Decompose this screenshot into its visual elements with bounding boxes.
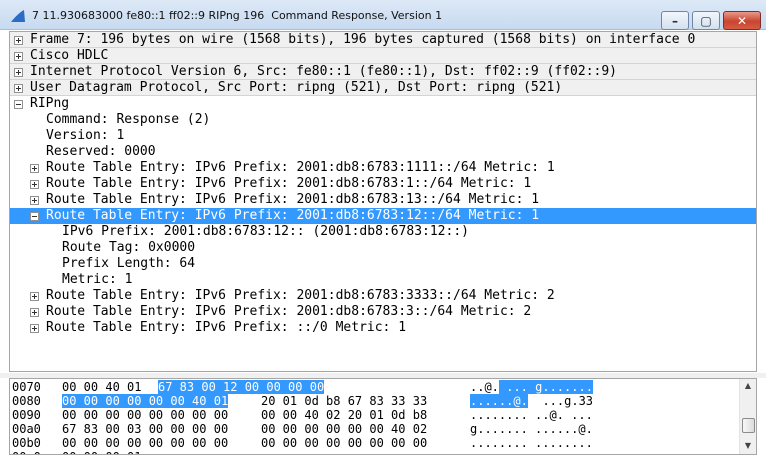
tree-row-label: Internet Protocol Version 6, Src: fe80::… [30, 64, 617, 79]
tree-row[interactable]: Route Table Entry: IPv6 Prefix: 2001:db8… [10, 192, 756, 208]
tree-row[interactable]: Route Table Entry: IPv6 Prefix: 2001:db8… [10, 160, 756, 176]
tree-row[interactable]: Route Tag: 0x0000 [10, 240, 756, 256]
tree-row[interactable]: Metric: 1 [10, 272, 756, 288]
packet-bytes-pane[interactable]: 007000 00 40 01 20 01 0d b867 83 00 12 0… [9, 378, 757, 455]
tree-row[interactable]: Prefix Length: 64 [10, 256, 756, 272]
tree-row[interactable]: Reserved: 0000 [10, 144, 756, 160]
vertical-scrollbar[interactable]: ▲ ▼ [739, 379, 756, 454]
tree-row[interactable]: Frame 7: 196 bytes on wire (1568 bits), … [10, 32, 756, 48]
tree-row-label: Route Table Entry: IPv6 Prefix: 2001:db8… [46, 192, 540, 207]
tree-row-label: Prefix Length: 64 [62, 256, 196, 271]
hex-row[interactable]: 00a0 67 83 00 03 00 00 00 00 00 00 00 00 0… [10, 422, 740, 436]
tree-row[interactable]: Route Table Entry: IPv6 Prefix: 2001:db8… [10, 304, 756, 320]
hex-bytes: 00 00 40 01 [62, 380, 149, 394]
maximize-icon: ▢ [700, 14, 712, 28]
hex-row[interactable]: 00c0 00 00 00 01 [10, 450, 740, 454]
tree-row-label: Route Table Entry: IPv6 Prefix: 2001:db8… [46, 304, 532, 319]
collapse-icon[interactable] [14, 100, 23, 109]
ascii-text: ........ ........ [470, 436, 593, 450]
tree-row[interactable]: IPv6 Prefix: 2001:db8:6783:12:: (2001:db… [10, 224, 756, 240]
tree-row-label: RIPng [30, 96, 70, 111]
tree-row-label: IPv6 Prefix: 2001:db8:6783:12:: (2001:db… [62, 224, 469, 239]
ascii-text: ........ ..@. ... [470, 408, 593, 422]
tree-row-label: Reserved: 0000 [46, 144, 156, 159]
close-icon: ✕ [736, 14, 748, 28]
scroll-up-icon[interactable]: ▲ [743, 381, 753, 391]
hex-offset: 0080 [12, 394, 41, 408]
tree-row[interactable]: Route Table Entry: IPv6 Prefix: 2001:db8… [10, 176, 756, 192]
expand-icon[interactable] [14, 84, 23, 93]
tree-row-label: Version: 1 [46, 128, 125, 143]
hex-bytes: 67 83 00 03 00 00 00 00 [62, 422, 229, 436]
tree-row-label: Route Tag: 0x0000 [62, 240, 196, 255]
collapse-icon[interactable] [30, 212, 39, 221]
tree-row[interactable]: Cisco HDLC [10, 48, 756, 64]
expand-icon[interactable] [30, 308, 39, 317]
hex-bytes: 00 00 40 02 20 01 0d b8 [261, 408, 428, 422]
tree-row[interactable]: Version: 1 [10, 128, 756, 144]
hex-bytes: 00 00 00 00 00 00 00 00 [62, 408, 229, 422]
tree-row[interactable]: Route Table Entry: IPv6 Prefix: 2001:db8… [10, 288, 756, 304]
expand-icon[interactable] [30, 292, 39, 301]
expand-icon[interactable] [30, 180, 39, 189]
title-bar: 7 11.930683000 fe80::1 ff02::9 RIPng 196… [0, 0, 766, 30]
tree-row-label: Route Table Entry: IPv6 Prefix: 2001:db8… [46, 208, 540, 223]
hex-bytes: 00 00 00 00 00 00 40 02 [261, 422, 428, 436]
hex-row[interactable]: 00b0 00 00 00 00 00 00 00 00 00 00 00 00 0… [10, 436, 740, 450]
hex-bytes-selected: 00 00 00 00 00 00 40 01 [62, 394, 229, 408]
tree-row-label: Cisco HDLC [30, 48, 109, 63]
ascii-text-selected: ... g....... [499, 380, 593, 394]
ascii-text: g....... ......@. [470, 422, 593, 436]
expand-icon[interactable] [30, 164, 39, 173]
ascii-text-selected: ......@. [470, 394, 528, 408]
packet-details-tree[interactable]: Frame 7: 196 bytes on wire (1568 bits), … [9, 31, 757, 372]
hex-offset: 00c0 [12, 450, 41, 454]
tree-row-label: Command: Response (2) [46, 112, 211, 127]
hex-row[interactable]: 007000 00 40 01 20 01 0d b867 83 00 12 0… [10, 380, 740, 394]
hex-bytes-selected: 67 83 00 12 00 00 00 00 [158, 380, 325, 394]
tree-row-label: User Datagram Protocol, Src Port: ripng … [30, 80, 563, 95]
tree-row[interactable]: Command: Response (2) [10, 112, 756, 128]
hex-offset: 00b0 [12, 436, 41, 450]
shark-fin-icon [11, 10, 25, 22]
tree-row-label: Route Table Entry: IPv6 Prefix: 2001:db8… [46, 288, 555, 303]
ascii-text: ...g.33 [528, 394, 594, 408]
minimize-button[interactable]: – [661, 11, 689, 30]
expand-icon[interactable] [14, 52, 23, 61]
tree-row[interactable]: Route Table Entry: IPv6 Prefix: ::/0 Met… [10, 320, 756, 336]
minimize-icon: – [672, 14, 678, 28]
tree-row-label: Metric: 1 [62, 272, 133, 287]
hex-offset: 0090 [12, 408, 41, 422]
tree-row-label: Route Table Entry: IPv6 Prefix: 2001:db8… [46, 176, 532, 191]
tree-row-label: Frame 7: 196 bytes on wire (1568 bits), … [30, 32, 696, 47]
expand-icon[interactable] [30, 324, 39, 333]
hex-bytes: 00 00 00 00 00 00 00 00 [62, 436, 229, 450]
tree-row-label: Route Table Entry: IPv6 Prefix: ::/0 Met… [46, 320, 407, 335]
hex-offset: 00a0 [12, 422, 41, 436]
hex-bytes: 00 00 00 00 00 00 00 00 [261, 436, 428, 450]
tree-row-label: Route Table Entry: IPv6 Prefix: 2001:db8… [46, 160, 555, 175]
maximize-button[interactable]: ▢ [692, 11, 720, 30]
expand-icon[interactable] [30, 196, 39, 205]
hex-offset: 0070 [12, 380, 41, 394]
hex-row[interactable]: 0090 00 00 00 00 00 00 00 00 00 00 40 02 2… [10, 408, 740, 422]
expand-icon[interactable] [14, 36, 23, 45]
close-button[interactable]: ✕ [723, 11, 761, 30]
tree-row[interactable]: Internet Protocol Version 6, Src: fe80::… [10, 64, 756, 80]
tree-row[interactable]: Route Table Entry: IPv6 Prefix: 2001:db8… [10, 208, 756, 224]
hex-row[interactable]: 0080 00 00 00 00 00 00 40 01 20 01 0d b8 6… [10, 394, 740, 408]
scroll-down-icon[interactable]: ▼ [743, 441, 753, 451]
expand-icon[interactable] [14, 68, 23, 77]
hex-bytes: 20 01 0d b8 67 83 33 33 [261, 394, 428, 408]
tree-row[interactable]: User Datagram Protocol, Src Port: ripng … [10, 80, 756, 96]
hex-bytes: 00 00 00 01 [62, 450, 141, 454]
scrollbar-thumb[interactable] [742, 418, 755, 433]
tree-row[interactable]: RIPng [10, 96, 756, 112]
ascii-text: ..@. [470, 380, 499, 394]
window-title: 7 11.930683000 fe80::1 ff02::9 RIPng 196… [32, 9, 443, 22]
